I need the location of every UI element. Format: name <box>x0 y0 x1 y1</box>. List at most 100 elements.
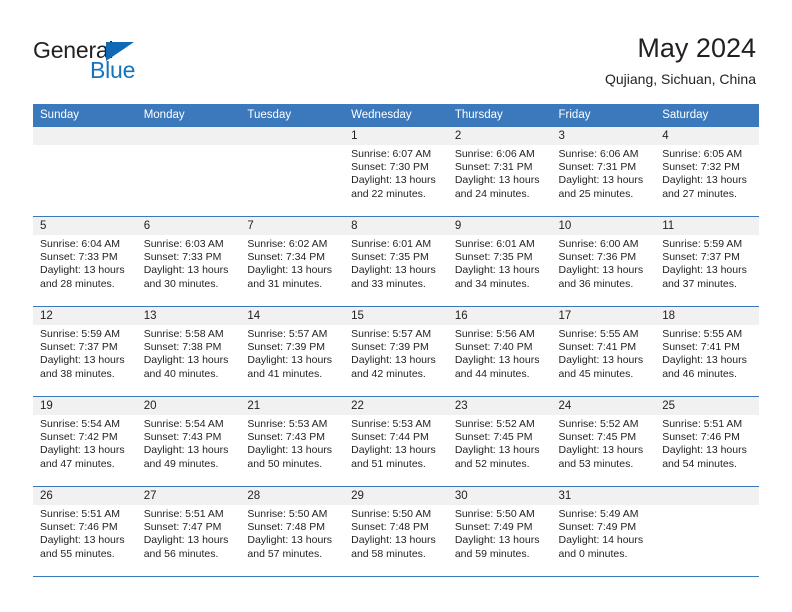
weekday-header-saturday: Saturday <box>655 104 759 127</box>
daylight-text: Daylight: 13 hours and 55 minutes. <box>40 534 125 560</box>
general-blue-logo: General Blue <box>33 38 163 82</box>
sunrise-text: Sunrise: 5:53 AM <box>247 418 328 430</box>
daylight-text: Daylight: 13 hours and 41 minutes. <box>247 354 333 380</box>
calendar-day-cell[interactable]: 30 Sunrise: 5:50 AM Sunset: 7:49 PM Dayligh… <box>447 486 552 577</box>
sunrise-text: Sunrise: 5:51 AM <box>662 418 743 430</box>
day-details: Sunrise: 5:53 AM Sunset: 7:43 PM Daylight:… <box>240 415 344 471</box>
calendar-day-cell[interactable]: 28 Sunrise: 5:50 AM Sunset: 7:48 PM Dayligh… <box>240 486 345 577</box>
day-details: Sunrise: 5:52 AM Sunset: 7:45 PM Daylight:… <box>448 415 552 471</box>
calendar-day-cell[interactable]: 5 Sunrise: 6:04 AM Sunset: 7:33 PM Daylight… <box>33 216 137 307</box>
sunrise-text: Sunrise: 5:52 AM <box>454 418 535 430</box>
weekday-header-wednesday: Wednesday <box>344 104 448 127</box>
calendar-week-row: 19 Sunrise: 5:54 AM Sunset: 7:42 PM Dayligh… <box>33 396 759 487</box>
calendar-grid: Sunday Monday Tuesday Wednesday Thursday… <box>33 104 759 577</box>
day-details: Sunrise: 5:59 AM Sunset: 7:37 PM Daylight:… <box>655 235 759 291</box>
calendar-day-cell[interactable]: 18 Sunrise: 5:55 AM Sunset: 7:41 PM Dayligh… <box>655 306 759 397</box>
daylight-text: Daylight: 13 hours and 50 minutes. <box>247 444 333 470</box>
day-details: Sunrise: 5:49 AM Sunset: 7:49 PM Daylight:… <box>552 505 656 561</box>
calendar-day-cell[interactable]: 7 Sunrise: 6:02 AM Sunset: 7:34 PM Daylight… <box>240 216 345 307</box>
daylight-text: Daylight: 13 hours and 38 minutes. <box>40 354 125 380</box>
calendar-day-cell[interactable]: 10 Sunrise: 6:00 AM Sunset: 7:36 PM Dayligh… <box>551 216 656 307</box>
calendar-day-cell[interactable]: 16 Sunrise: 5:56 AM Sunset: 7:40 PM Dayligh… <box>447 306 552 397</box>
day-number: 10 <box>551 217 656 235</box>
daylight-text: Daylight: 13 hours and 30 minutes. <box>143 264 229 290</box>
daylight-text: Daylight: 13 hours and 59 minutes. <box>454 534 540 560</box>
sunset-text: Sunset: 7:30 PM <box>351 161 429 174</box>
calendar-day-cell[interactable]: 24 Sunrise: 5:52 AM Sunset: 7:45 PM Dayligh… <box>551 396 656 487</box>
calendar-day-cell[interactable]: 22 Sunrise: 5:53 AM Sunset: 7:44 PM Dayligh… <box>344 396 448 487</box>
calendar-day-cell[interactable]: 20 Sunrise: 5:54 AM Sunset: 7:43 PM Dayligh… <box>136 396 241 487</box>
weekday-header-sunday: Sunday <box>33 104 137 127</box>
calendar-day-cell[interactable]: 15 Sunrise: 5:57 AM Sunset: 7:39 PM Dayligh… <box>344 306 448 397</box>
sunset-text: Sunset: 7:45 PM <box>454 431 533 444</box>
day-number <box>655 487 759 505</box>
calendar-day-cell[interactable]: 8 Sunrise: 6:01 AM Sunset: 7:35 PM Daylight… <box>344 216 448 307</box>
daylight-text: Daylight: 13 hours and 52 minutes. <box>454 444 540 470</box>
sunset-text: Sunset: 7:41 PM <box>662 341 740 354</box>
day-number: 13 <box>136 307 241 325</box>
calendar-day-cell[interactable]: 1 Sunrise: 6:07 AM Sunset: 7:30 PM Daylight… <box>344 126 448 217</box>
daylight-text: Daylight: 13 hours and 57 minutes. <box>247 534 333 560</box>
sunrise-text: Sunrise: 6:06 AM <box>558 148 639 160</box>
calendar-day-cell[interactable]: 26 Sunrise: 5:51 AM Sunset: 7:46 PM Dayligh… <box>33 486 137 577</box>
day-details: Sunrise: 5:51 AM Sunset: 7:46 PM Daylight:… <box>655 415 759 471</box>
sunset-text: Sunset: 7:48 PM <box>247 521 326 534</box>
calendar-day-cell[interactable]: 17 Sunrise: 5:55 AM Sunset: 7:41 PM Dayligh… <box>551 306 656 397</box>
sunrise-text: Sunrise: 5:50 AM <box>454 508 535 520</box>
calendar-day-cell[interactable]: 13 Sunrise: 5:58 AM Sunset: 7:38 PM Dayligh… <box>136 306 241 397</box>
day-number: 6 <box>136 217 241 235</box>
day-details: Sunrise: 5:56 AM Sunset: 7:40 PM Daylight:… <box>448 325 552 381</box>
sunset-text: Sunset: 7:37 PM <box>40 341 118 354</box>
calendar-day-cell[interactable]: 21 Sunrise: 5:53 AM Sunset: 7:43 PM Dayligh… <box>240 396 345 487</box>
sunrise-text: Sunrise: 5:53 AM <box>351 418 432 430</box>
calendar-day-cell[interactable]: 31 Sunrise: 5:49 AM Sunset: 7:49 PM Dayligh… <box>551 486 656 577</box>
sunrise-text: Sunrise: 5:54 AM <box>40 418 120 430</box>
sunset-text: Sunset: 7:37 PM <box>662 251 740 264</box>
calendar-day-cell[interactable]: 3 Sunrise: 6:06 AM Sunset: 7:31 PM Daylight… <box>551 126 656 217</box>
sunrise-text: Sunrise: 6:04 AM <box>40 238 120 250</box>
calendar-day-cell[interactable]: 25 Sunrise: 5:51 AM Sunset: 7:46 PM Dayligh… <box>655 396 759 487</box>
daylight-text: Daylight: 13 hours and 40 minutes. <box>143 354 229 380</box>
day-details: Sunrise: 5:50 AM Sunset: 7:49 PM Daylight:… <box>448 505 552 561</box>
sunrise-text: Sunrise: 5:51 AM <box>143 508 224 520</box>
calendar-day-cell-empty <box>136 126 241 217</box>
day-details: Sunrise: 6:05 AM Sunset: 7:32 PM Daylight:… <box>655 145 759 201</box>
calendar-day-cell[interactable]: 6 Sunrise: 6:03 AM Sunset: 7:33 PM Daylight… <box>136 216 241 307</box>
calendar-day-cell[interactable]: 12 Sunrise: 5:59 AM Sunset: 7:37 PM Dayligh… <box>33 306 137 397</box>
day-number: 20 <box>136 397 241 415</box>
sunrise-text: Sunrise: 5:56 AM <box>454 328 535 340</box>
sunset-text: Sunset: 7:46 PM <box>662 431 740 444</box>
calendar-body: 1 Sunrise: 6:07 AM Sunset: 7:30 PM Daylight… <box>33 126 759 577</box>
sunset-text: Sunset: 7:33 PM <box>40 251 118 264</box>
calendar-day-cell[interactable]: 14 Sunrise: 5:57 AM Sunset: 7:39 PM Dayligh… <box>240 306 345 397</box>
daylight-text: Daylight: 13 hours and 42 minutes. <box>351 354 436 380</box>
calendar-page: General Blue May 2024 Qujiang, Sichuan, … <box>0 0 792 612</box>
sunrise-text: Sunrise: 6:07 AM <box>351 148 432 160</box>
day-number: 21 <box>240 397 345 415</box>
day-number: 4 <box>655 127 759 145</box>
calendar-day-cell[interactable]: 11 Sunrise: 5:59 AM Sunset: 7:37 PM Dayligh… <box>655 216 759 307</box>
daylight-text: Daylight: 13 hours and 54 minutes. <box>662 444 747 470</box>
day-number: 17 <box>551 307 656 325</box>
calendar-day-cell[interactable]: 4 Sunrise: 6:05 AM Sunset: 7:32 PM Daylight… <box>655 126 759 217</box>
calendar-day-cell[interactable]: 23 Sunrise: 5:52 AM Sunset: 7:45 PM Dayligh… <box>447 396 552 487</box>
daylight-text: Daylight: 13 hours and 44 minutes. <box>454 354 540 380</box>
calendar-day-cell[interactable]: 27 Sunrise: 5:51 AM Sunset: 7:47 PM Dayligh… <box>136 486 241 577</box>
calendar-day-cell[interactable]: 29 Sunrise: 5:50 AM Sunset: 7:48 PM Dayligh… <box>344 486 448 577</box>
day-number: 29 <box>344 487 448 505</box>
day-details: Sunrise: 5:57 AM Sunset: 7:39 PM Daylight:… <box>240 325 344 381</box>
page-title: May 2024 <box>637 33 756 63</box>
day-number: 3 <box>551 127 656 145</box>
day-number: 11 <box>655 217 759 235</box>
sunrise-text: Sunrise: 6:06 AM <box>454 148 535 160</box>
day-number: 23 <box>447 397 552 415</box>
sunrise-text: Sunrise: 5:49 AM <box>558 508 639 520</box>
calendar-day-cell[interactable]: 2 Sunrise: 6:06 AM Sunset: 7:31 PM Daylight… <box>447 126 552 217</box>
day-details: Sunrise: 5:51 AM Sunset: 7:46 PM Daylight:… <box>33 505 137 561</box>
calendar-day-cell[interactable]: 19 Sunrise: 5:54 AM Sunset: 7:42 PM Dayligh… <box>33 396 137 487</box>
calendar-day-cell[interactable]: 9 Sunrise: 6:01 AM Sunset: 7:35 PM Daylight… <box>447 216 552 307</box>
sunset-text: Sunset: 7:33 PM <box>143 251 222 264</box>
sunset-text: Sunset: 7:35 PM <box>351 251 429 264</box>
day-number: 1 <box>344 127 448 145</box>
day-number: 16 <box>447 307 552 325</box>
